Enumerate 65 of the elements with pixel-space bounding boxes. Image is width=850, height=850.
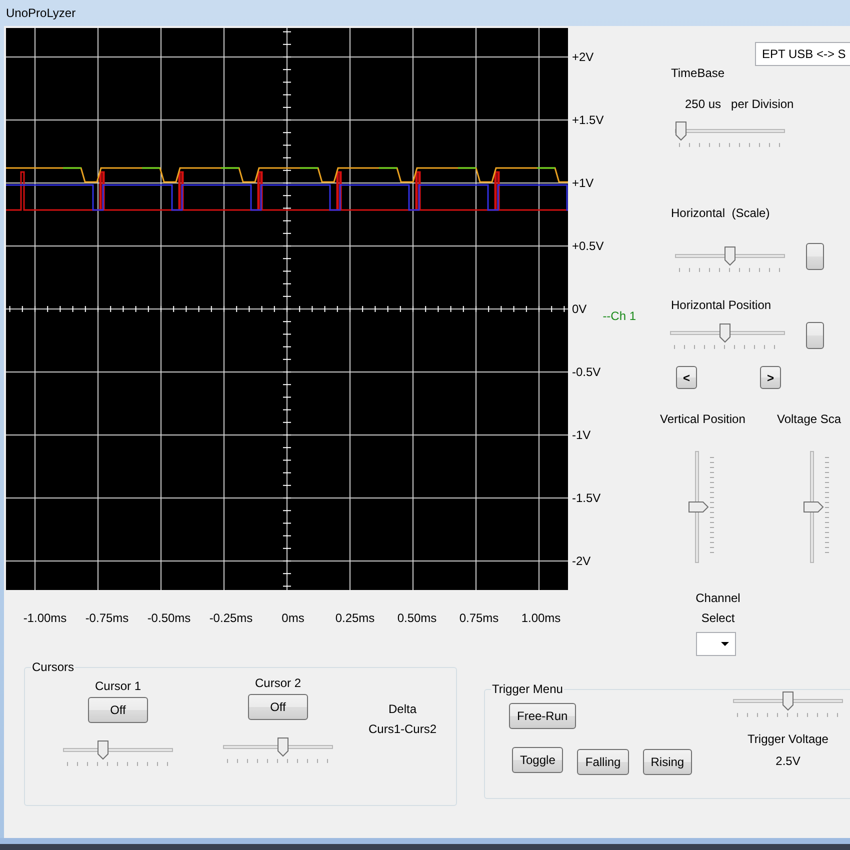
dropdown-arrow-icon [721, 642, 729, 646]
time-axis-label: -0.75ms [85, 611, 129, 625]
group-title: Cursors [31, 660, 76, 674]
cursor-toggle-button[interactable]: Off [88, 697, 148, 723]
step-button[interactable]: < [676, 366, 697, 389]
voltage-axis-label: -1V [572, 428, 591, 442]
voltage-axis-label: -1.5V [572, 490, 601, 504]
time-axis-label: 0ms [282, 611, 304, 625]
port-dropdown[interactable]: EPT USB <-> S [755, 42, 850, 66]
slider-label: Vertical Position [660, 412, 746, 426]
voltage-axis-label: -2V [572, 554, 591, 568]
window-title: UnoProLyzer [6, 6, 76, 20]
time-axis-label: -0.50ms [147, 611, 191, 625]
slider-label: Horizontal Position [670, 298, 772, 312]
slider[interactable] [670, 322, 785, 352]
slider-thumb[interactable] [719, 323, 732, 343]
delta-label: Curs1-Curs2 [368, 721, 436, 738]
time-axis-label: 0.25ms [335, 611, 375, 625]
slider-thumb[interactable] [782, 691, 794, 711]
voltage-axis-label: 0V [572, 302, 587, 316]
free-run-button[interactable]: Free-Run [509, 703, 576, 729]
slider[interactable] [675, 245, 785, 275]
slider[interactable] [63, 739, 173, 769]
time-axis-label: -1.00ms [23, 611, 67, 625]
trigger-edge-button[interactable]: Rising [642, 749, 692, 775]
slider[interactable] [675, 120, 785, 150]
time-axis-label: -0.25ms [209, 611, 253, 625]
vertical-slider[interactable] [803, 451, 829, 563]
channel-dropdown[interactable] [696, 632, 736, 656]
square-button[interactable] [806, 322, 824, 349]
channel-select-label: Channel Select [694, 590, 742, 627]
slider-thumb[interactable] [276, 737, 289, 757]
slider[interactable] [733, 690, 843, 720]
voltage-axis-label: +0.5V [572, 238, 604, 252]
trigger-edge-button[interactable]: Toggle [512, 747, 564, 773]
cursor-label: Cursor 1 [94, 679, 141, 693]
timebase-unit: per Division [731, 97, 794, 111]
group-title: Trigger Menu [491, 682, 564, 696]
voltage-axis-label: +1V [572, 176, 594, 190]
trigger-voltage-value: 2.5V [776, 754, 800, 768]
square-button[interactable] [806, 243, 824, 270]
slider-thumb[interactable] [688, 501, 709, 513]
voltage-axis-label: -0.5V [572, 364, 601, 378]
time-axis-label: 1.00ms [521, 611, 561, 625]
trigger-voltage-label: Trigger Voltage [748, 732, 828, 746]
slider-label: Horizontal (Scale) [670, 206, 771, 220]
voltage-axis-label: +2V [572, 50, 594, 64]
timebase-title: TimeBase [670, 66, 726, 80]
trigger-edge-button[interactable]: Falling [577, 749, 629, 775]
voltage-axis-label: +1.5V [572, 112, 604, 126]
slider-thumb[interactable] [97, 740, 110, 760]
time-axis-label: 0.75ms [459, 611, 499, 625]
slider-thumb[interactable] [724, 246, 736, 266]
vertical-slider[interactable] [688, 451, 714, 563]
channel-marker: --Ch 1 [602, 308, 636, 322]
slider-label: Voltage Sca [777, 412, 842, 426]
timebase-value: 250 us [685, 97, 722, 111]
cursor-toggle-button[interactable]: Off [248, 694, 308, 720]
slider[interactable] [223, 736, 333, 766]
slider-thumb[interactable] [803, 501, 824, 513]
step-button[interactable]: > [760, 366, 781, 389]
slider-thumb[interactable] [675, 121, 687, 141]
cursor-label: Cursor 2 [254, 676, 301, 690]
time-axis-label: 0.50ms [397, 611, 437, 625]
delta-label: Delta [388, 701, 416, 718]
